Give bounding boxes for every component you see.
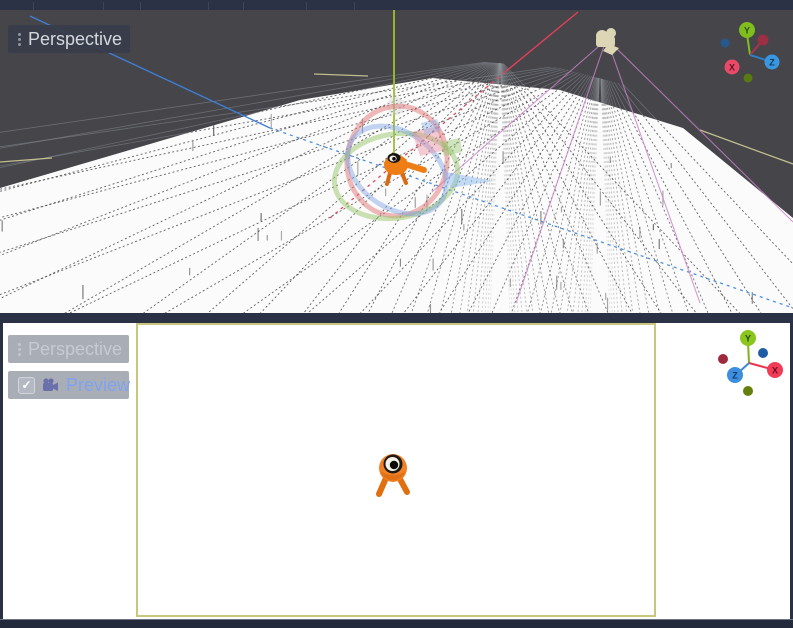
axis-label-z: Z <box>769 58 775 68</box>
axis-ball-neg[interactable] <box>721 39 730 48</box>
menu-dots-icon <box>18 33 21 46</box>
viewport-label: Perspective <box>28 339 122 360</box>
viewport-label: Perspective <box>28 29 122 50</box>
axis-label-y: Y <box>744 26 750 36</box>
axis-label-y: Y <box>745 334 751 344</box>
perspective-menu-button[interactable]: Perspective <box>8 335 129 363</box>
preview-label: Preview <box>66 375 130 396</box>
top-toolbar-strip <box>0 0 793 10</box>
axis-ball-neg[interactable] <box>718 354 728 364</box>
axis-label-x: X <box>729 63 735 73</box>
viewport-camera-preview[interactable]: Y X Z Perspective ✓ Preview <box>3 323 790 619</box>
toolbar-separator <box>306 2 307 10</box>
axis-ball-neg[interactable] <box>743 386 753 396</box>
axis-ball-neg[interactable] <box>744 74 753 83</box>
toolbar-separator <box>354 2 355 10</box>
axis-ball-neg[interactable] <box>758 35 769 46</box>
toolbar-separator <box>103 2 104 10</box>
axis-label-x: X <box>772 366 778 376</box>
preview-canvas[interactable]: Y X Z <box>3 323 790 619</box>
toolbar-separator <box>243 2 244 10</box>
perspective-menu-button[interactable]: Perspective <box>8 25 130 53</box>
viewport-separator[interactable] <box>0 313 793 323</box>
video-camera-icon <box>42 378 59 392</box>
axis-label-z: Z <box>732 371 738 381</box>
toolbar-separator <box>208 2 209 10</box>
menu-dots-icon <box>18 343 21 356</box>
toolbar-separator <box>33 2 34 10</box>
bottom-panel-strip <box>0 619 793 628</box>
3d-editor: Y X Z Perspective <box>0 0 793 628</box>
toolbar-separator <box>140 2 141 10</box>
axis-ball-neg[interactable] <box>758 348 768 358</box>
viewport-3d-editor[interactable]: Y X Z Perspective <box>0 10 793 313</box>
scene-canvas[interactable]: Y X Z <box>0 10 793 313</box>
preview-checkbox[interactable]: ✓ <box>18 377 35 394</box>
check-icon: ✓ <box>21 379 31 391</box>
preview-toggle[interactable]: ✓ Preview <box>8 371 129 399</box>
